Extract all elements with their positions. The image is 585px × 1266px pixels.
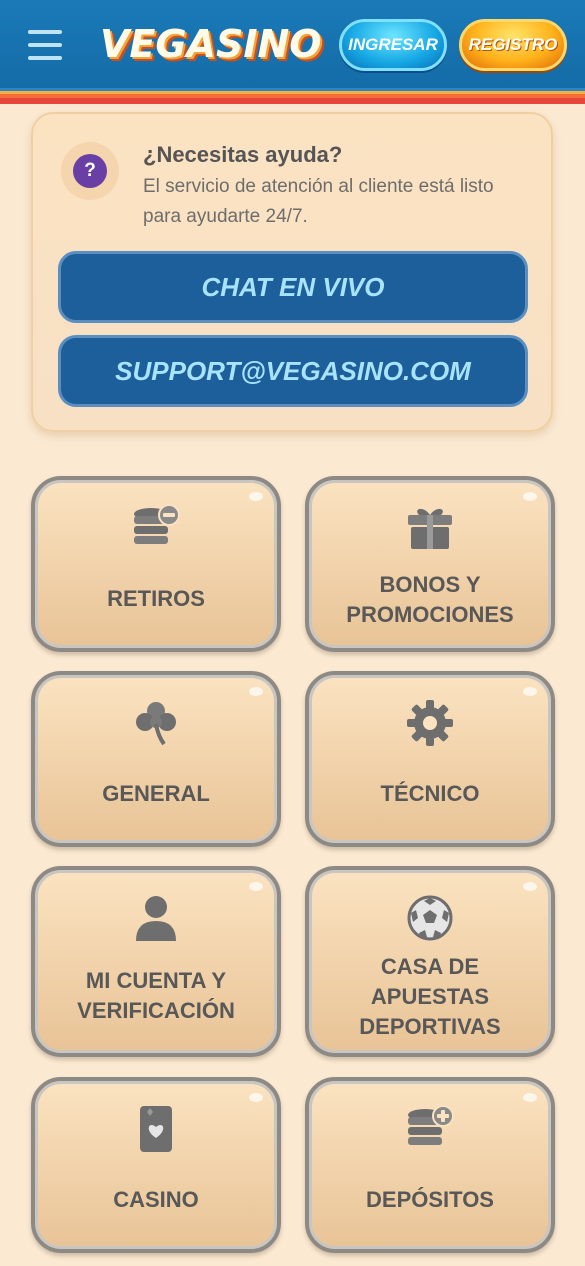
coins-minus-icon [128,500,184,556]
clover-icon [128,695,184,751]
gear-icon [402,695,458,751]
category-tile-retiros[interactable]: RETIROS [31,476,281,652]
support-email-button[interactable]: SUPPORT@VEGASINO.COM [58,335,528,407]
soccer-ball-icon [402,890,458,946]
user-icon [128,890,184,946]
help-card: ? ¿Necesitas ayuda? El servicio de atenc… [31,112,553,432]
category-tile-general[interactable]: GENERAL [31,671,281,847]
playing-card-icon [128,1101,184,1157]
header-stripe [0,88,585,104]
help-title: ¿Necesitas ayuda? [143,142,343,167]
category-label: MI CUENTA Y VERIFICACIÓN [77,968,235,1023]
live-chat-button[interactable]: CHAT EN VIVO [58,251,528,323]
category-label: CASA DE APUESTAS DEPORTIVAS [359,954,501,1039]
category-label: RETIROS [107,586,205,611]
help-description: El servicio de atención al cliente está … [143,176,494,227]
category-tile-mi-cuenta[interactable]: MI CUENTA Y VERIFICACIÓN [31,866,281,1057]
coins-plus-icon [402,1101,458,1157]
help-icon: ? [61,142,119,200]
register-button[interactable]: REGISTRO [459,19,567,71]
top-bar: VEGASINO INGRESAR REGISTRO [0,0,585,104]
vegasino-logo[interactable]: VEGASINO [100,22,322,70]
category-label: TÉCNICO [380,781,480,806]
question-mark-icon: ? [73,154,107,188]
category-tile-tecnico[interactable]: TÉCNICO [305,671,555,847]
login-button[interactable]: INGRESAR [339,19,447,71]
category-tile-depositos[interactable]: DEPÓSITOS [305,1077,555,1253]
category-tile-bonos[interactable]: BONOS Y PROMOCIONES [305,476,555,652]
category-tile-casino[interactable]: CASINO [31,1077,281,1253]
category-tile-apuestas-deportivas[interactable]: CASA DE APUESTAS DEPORTIVAS [305,866,555,1057]
category-label: CASINO [113,1187,199,1212]
hamburger-menu-icon[interactable] [28,30,62,60]
category-label: BONOS Y PROMOCIONES [346,572,514,627]
category-label: GENERAL [102,781,210,806]
category-label: DEPÓSITOS [366,1187,494,1212]
gift-icon [402,500,458,556]
